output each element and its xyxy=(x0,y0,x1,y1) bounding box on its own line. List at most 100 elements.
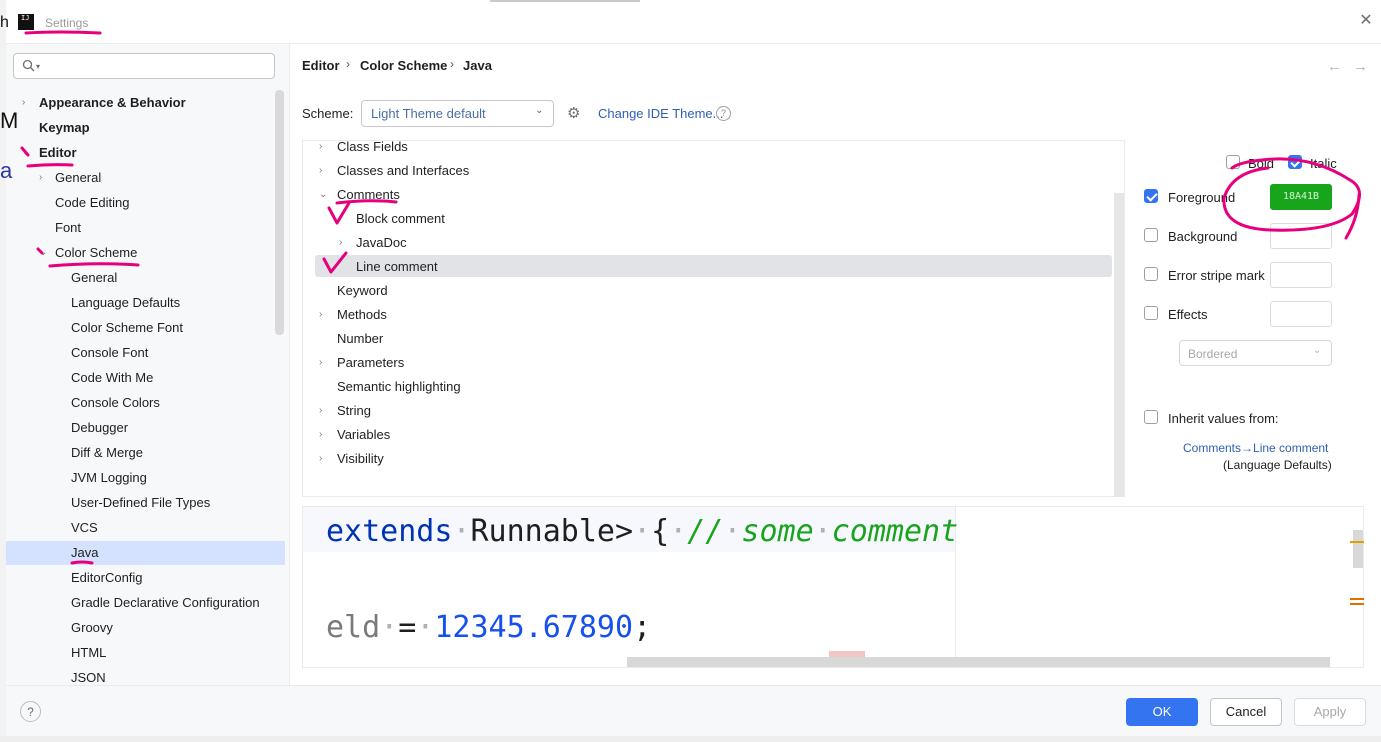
search-options-chevron-icon[interactable]: ▾ xyxy=(36,62,40,71)
tree-item-semantic-highlighting[interactable]: Semantic highlighting xyxy=(337,376,461,398)
sidebar-item-user-defined-file-types[interactable]: User-Defined File Types xyxy=(71,492,210,514)
tree-item-class-fields[interactable]: Class Fields xyxy=(337,136,408,158)
sidebar-scrollbar[interactable] xyxy=(275,90,284,335)
sidebar-item-jvm-logging[interactable]: JVM Logging xyxy=(71,467,147,489)
sidebar-item-language-defaults[interactable]: Language Defaults xyxy=(71,292,180,314)
change-ide-theme-link[interactable]: Change IDE Theme... xyxy=(598,106,724,121)
sidebar-divider[interactable] xyxy=(289,44,290,685)
chevron-right-icon[interactable]: › xyxy=(319,448,322,470)
sidebar-item-diff-merge[interactable]: Diff & Merge xyxy=(71,442,143,464)
foreground-label: Foreground xyxy=(1168,190,1236,205)
chevron-right-icon[interactable]: › xyxy=(39,167,42,189)
tree-item-classes-interfaces[interactable]: Classes and Interfaces xyxy=(337,160,469,182)
close-icon[interactable]: ✕ xyxy=(1357,12,1375,30)
chevron-right-icon[interactable]: › xyxy=(319,400,322,422)
sidebar-item-general[interactable]: General xyxy=(55,167,101,189)
inherit-checkbox[interactable] xyxy=(1144,410,1158,424)
chevron-right-icon[interactable]: › xyxy=(319,424,322,446)
sidebar-item-color-scheme-font[interactable]: Color Scheme Font xyxy=(71,317,183,339)
inherit-source-scope: (Language Defaults) xyxy=(1223,458,1332,472)
error-stripe-checkbox[interactable] xyxy=(1144,267,1158,281)
search-icon xyxy=(22,59,35,72)
chevron-right-icon[interactable]: › xyxy=(319,352,322,374)
effects-color-swatch[interactable] xyxy=(1270,301,1332,327)
sidebar-item-console-font[interactable]: Console Font xyxy=(71,342,148,364)
chevron-down-icon[interactable]: ⌄ xyxy=(22,142,30,164)
background-checkbox[interactable] xyxy=(1144,228,1158,242)
breadcrumb-color-scheme[interactable]: Color Scheme xyxy=(360,58,447,76)
inherit-label: Inherit values from: xyxy=(1168,411,1279,426)
background-window-fragment: a xyxy=(0,158,13,183)
tree-item-javadoc[interactable]: JavaDoc xyxy=(356,232,407,254)
sidebar-item-code-with-me[interactable]: Code With Me xyxy=(71,367,153,389)
sidebar-item-code-editing[interactable]: Code Editing xyxy=(55,192,129,214)
sidebar-item-vcs[interactable]: VCS xyxy=(71,517,98,539)
sidebar-item-gradle-declarative[interactable]: Gradle Declarative Configuration xyxy=(71,592,260,614)
sidebar-item-font[interactable]: Font xyxy=(55,217,81,239)
background-color-swatch[interactable] xyxy=(1270,223,1332,249)
help-icon[interactable]: ? xyxy=(716,106,731,121)
chevron-right-icon[interactable]: › xyxy=(22,92,25,114)
tree-item-parameters[interactable]: Parameters xyxy=(337,352,404,374)
chevron-right-icon[interactable]: › xyxy=(319,160,322,182)
effects-checkbox[interactable] xyxy=(1144,306,1158,320)
error-stripe-color-swatch[interactable] xyxy=(1270,262,1332,288)
foreground-color-swatch[interactable]: 18A41B xyxy=(1270,184,1332,210)
tree-item-visibility[interactable]: Visibility xyxy=(337,448,384,470)
sidebar-item-html[interactable]: HTML xyxy=(71,642,106,664)
chevron-down-icon[interactable]: ⌄ xyxy=(39,242,47,264)
scheme-dropdown-value: Light Theme default xyxy=(371,106,486,121)
sidebar-item-appearance-behavior[interactable]: Appearance & Behavior xyxy=(39,92,186,114)
chevron-right-icon[interactable]: › xyxy=(339,232,342,254)
color-attributes-tree xyxy=(302,140,1125,497)
breadcrumb-separator-icon: › xyxy=(346,57,350,71)
chevron-right-icon[interactable]: › xyxy=(319,304,322,326)
error-stripe-marker xyxy=(1350,603,1364,605)
chevron-down-icon[interactable]: ⌄ xyxy=(319,184,327,206)
apply-button[interactable]: Apply xyxy=(1294,698,1366,726)
sidebar-item-groovy[interactable]: Groovy xyxy=(71,617,113,639)
preview-horizontal-scrollbar[interactable] xyxy=(627,657,1330,667)
tree-item-comments[interactable]: Comments xyxy=(337,184,400,206)
bold-checkbox[interactable] xyxy=(1226,155,1240,169)
foreground-checkbox[interactable] xyxy=(1144,189,1158,203)
error-stripe-label: Error stripe mark xyxy=(1168,268,1265,283)
tree-item-block-comment[interactable]: Block comment xyxy=(356,208,445,230)
tree-item-keyword[interactable]: Keyword xyxy=(337,280,388,302)
forward-arrow-icon[interactable]: → xyxy=(1353,58,1368,75)
italic-checkbox[interactable] xyxy=(1288,155,1302,169)
breadcrumb-editor[interactable]: Editor xyxy=(302,58,340,76)
scheme-label: Scheme: xyxy=(302,106,354,121)
breadcrumb-separator-icon: › xyxy=(450,57,454,71)
window-title: Settings xyxy=(45,16,89,30)
sidebar-item-editor[interactable]: Editor xyxy=(39,142,77,164)
ok-button[interactable]: OK xyxy=(1126,698,1198,726)
help-button[interactable]: ? xyxy=(20,701,41,722)
effects-label: Effects xyxy=(1168,307,1208,322)
chevron-down-icon: ⌄ xyxy=(535,105,544,116)
sidebar-item-color-scheme[interactable]: Color Scheme xyxy=(55,242,137,264)
inherit-source-link[interactable]: Comments→Line comment xyxy=(1183,441,1328,455)
preview-vertical-scrollbar[interactable] xyxy=(1353,530,1363,568)
back-arrow-icon[interactable]: ← xyxy=(1327,58,1342,75)
sidebar-item-keymap[interactable]: Keymap xyxy=(39,117,90,139)
chevron-right-icon[interactable]: › xyxy=(319,136,322,158)
tree-item-number[interactable]: Number xyxy=(337,328,383,350)
sidebar-item-console-colors[interactable]: Console Colors xyxy=(71,392,160,414)
background-label: Background xyxy=(1168,229,1238,244)
background-window-fragment: h xyxy=(0,14,9,31)
tree-scrollbar[interactable] xyxy=(1114,193,1124,497)
settings-sidebar xyxy=(6,44,289,685)
sidebar-item-java[interactable]: Java xyxy=(71,542,98,564)
preview-code-line-2: eld·=·12345.67890; xyxy=(326,610,652,645)
tree-item-string[interactable]: String xyxy=(337,400,371,422)
sidebar-item-editorconfig[interactable]: EditorConfig xyxy=(71,567,143,589)
sidebar-item-cs-general[interactable]: General xyxy=(71,267,117,289)
search-input[interactable] xyxy=(13,53,275,79)
tree-item-methods[interactable]: Methods xyxy=(337,304,387,326)
tree-item-line-comment[interactable]: Line comment xyxy=(356,256,438,278)
tree-item-variables[interactable]: Variables xyxy=(337,424,390,446)
cancel-button[interactable]: Cancel xyxy=(1210,698,1282,726)
gear-icon[interactable]: ⚙ xyxy=(567,106,580,121)
sidebar-item-debugger[interactable]: Debugger xyxy=(71,417,128,439)
